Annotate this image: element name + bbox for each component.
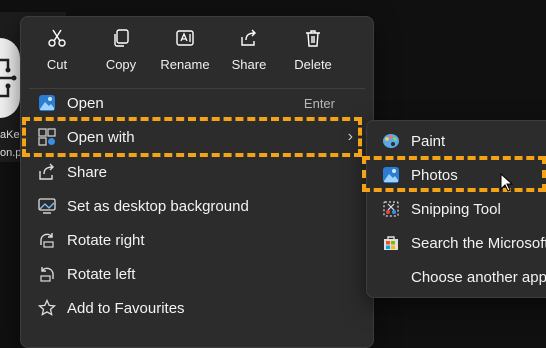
copy-button[interactable]: Copy — [89, 25, 153, 79]
share-toolbar-button[interactable]: Share — [217, 25, 281, 79]
menu-item-add-to-favourites[interactable]: Add to Favourites — [29, 291, 365, 325]
open-with-submenu: Paint Photos Snipping Tool Search the Mi… — [366, 120, 546, 298]
open-shortcut: Enter — [303, 95, 335, 111]
mouse-cursor-icon — [500, 172, 514, 198]
trash-icon — [303, 27, 323, 49]
store-icon — [381, 234, 401, 252]
open-with-highlight — [22, 117, 362, 157]
search-store-label: Search the Microsoft — [411, 234, 546, 252]
menu-item-rotate-right[interactable]: Rotate right — [29, 223, 365, 257]
menu-item-open[interactable]: Open Enter — [29, 86, 365, 120]
rename-icon — [175, 27, 195, 49]
paint-app-icon — [381, 132, 401, 150]
choose-another-app-label: Choose another app — [411, 268, 546, 286]
context-toolbar: Cut Copy Rename Share Delete — [21, 17, 373, 81]
photos-highlight — [362, 156, 546, 192]
photos-app-icon — [36, 94, 58, 112]
submenu-item-paint[interactable]: Paint — [373, 124, 546, 158]
file-thumbnail — [0, 38, 20, 118]
open-label: Open — [67, 94, 104, 112]
rotate-right-label: Rotate right — [67, 231, 145, 249]
star-icon — [36, 299, 58, 317]
delete-label: Delete — [294, 57, 332, 72]
share-label: Share — [67, 163, 108, 181]
circuit-logo-icon — [0, 58, 17, 98]
context-menu: Cut Copy Rename Share Delete Open Enter … — [20, 16, 374, 348]
menu-item-rotate-left[interactable]: Rotate left — [29, 257, 365, 291]
rename-label: Rename — [160, 57, 210, 72]
paint-label: Paint — [411, 132, 446, 150]
share-toolbar-label: Share — [231, 57, 267, 72]
menu-item-share[interactable]: Share — [29, 155, 365, 189]
snipping-tool-label: Snipping Tool — [411, 200, 501, 218]
submenu-item-choose-another-app[interactable]: Choose another app — [373, 260, 546, 294]
share-icon — [239, 27, 259, 49]
cut-label: Cut — [46, 57, 68, 72]
rotate-left-label: Rotate left — [67, 265, 136, 283]
copy-icon — [111, 27, 131, 49]
wallpaper-icon — [36, 197, 58, 215]
cut-button[interactable]: Cut — [25, 25, 89, 79]
rotate-right-icon — [36, 231, 58, 249]
copy-label: Copy — [105, 57, 137, 72]
share-icon — [36, 163, 58, 181]
add-to-favourites-label: Add to Favourites — [67, 299, 185, 317]
menu-item-set-desktop-background[interactable]: Set as desktop background — [29, 189, 365, 223]
rotate-left-icon — [36, 265, 58, 283]
delete-button[interactable]: Delete — [281, 25, 345, 79]
rename-button[interactable]: Rename — [153, 25, 217, 79]
set-desktop-background-label: Set as desktop background — [67, 197, 249, 215]
submenu-item-search-store[interactable]: Search the Microsoft — [373, 226, 546, 260]
snipping-tool-icon — [381, 200, 401, 218]
scissors-icon — [47, 27, 67, 49]
submenu-item-snipping-tool[interactable]: Snipping Tool — [373, 192, 546, 226]
